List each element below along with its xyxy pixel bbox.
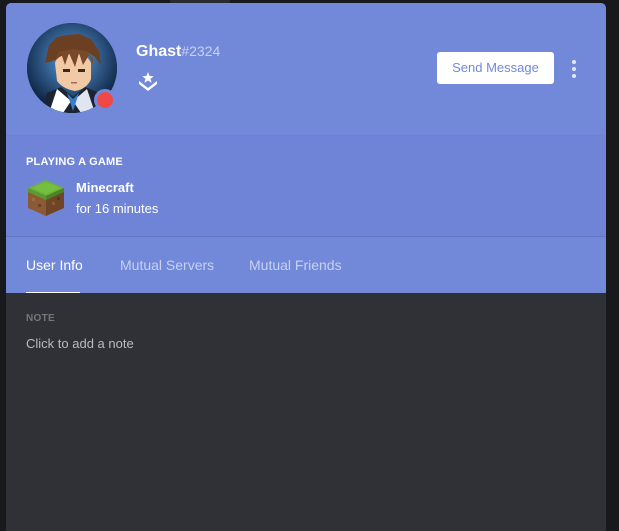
profile-header-top: Ghast#2324 Send Message	[6, 3, 606, 133]
user-profile-modal: Ghast#2324 Send Message PLAYING A GAME M…	[6, 3, 606, 531]
profile-username: Ghast#2324	[136, 43, 220, 61]
note-input[interactable]: Click to add a note	[26, 336, 586, 351]
username-text: Ghast	[136, 43, 182, 60]
avatar[interactable]	[27, 23, 117, 113]
profile-header: Ghast#2324 Send Message PLAYING A GAME M…	[6, 3, 606, 294]
game-icon-svg	[28, 180, 64, 216]
badge-svg	[139, 72, 157, 91]
activity-section: PLAYING A GAME Minecraft for 16 minutes	[6, 133, 606, 237]
minecraft-grass-block-icon	[26, 178, 66, 218]
more-options-icon[interactable]	[566, 57, 582, 81]
tab-mutual-servers[interactable]: Mutual Servers	[120, 237, 214, 294]
dot	[572, 60, 576, 64]
dot	[572, 67, 576, 71]
game-elapsed-time: for 16 minutes	[76, 201, 159, 216]
profile-tabs: User Info Mutual Servers Mutual Friends	[6, 236, 606, 294]
game-name: Minecraft	[76, 180, 134, 195]
dot	[572, 74, 576, 78]
send-message-button[interactable]: Send Message	[437, 52, 554, 84]
activity-title: PLAYING A GAME	[26, 156, 123, 168]
tab-mutual-friends[interactable]: Mutual Friends	[249, 237, 342, 294]
status-indicator	[94, 89, 116, 111]
profile-body: NOTE Click to add a note	[6, 293, 606, 531]
discriminator-text: #2324	[181, 43, 221, 59]
note-label: NOTE	[26, 313, 55, 324]
tab-user-info[interactable]: User Info	[26, 237, 83, 294]
hypesquad-badge-icon[interactable]	[136, 69, 160, 93]
